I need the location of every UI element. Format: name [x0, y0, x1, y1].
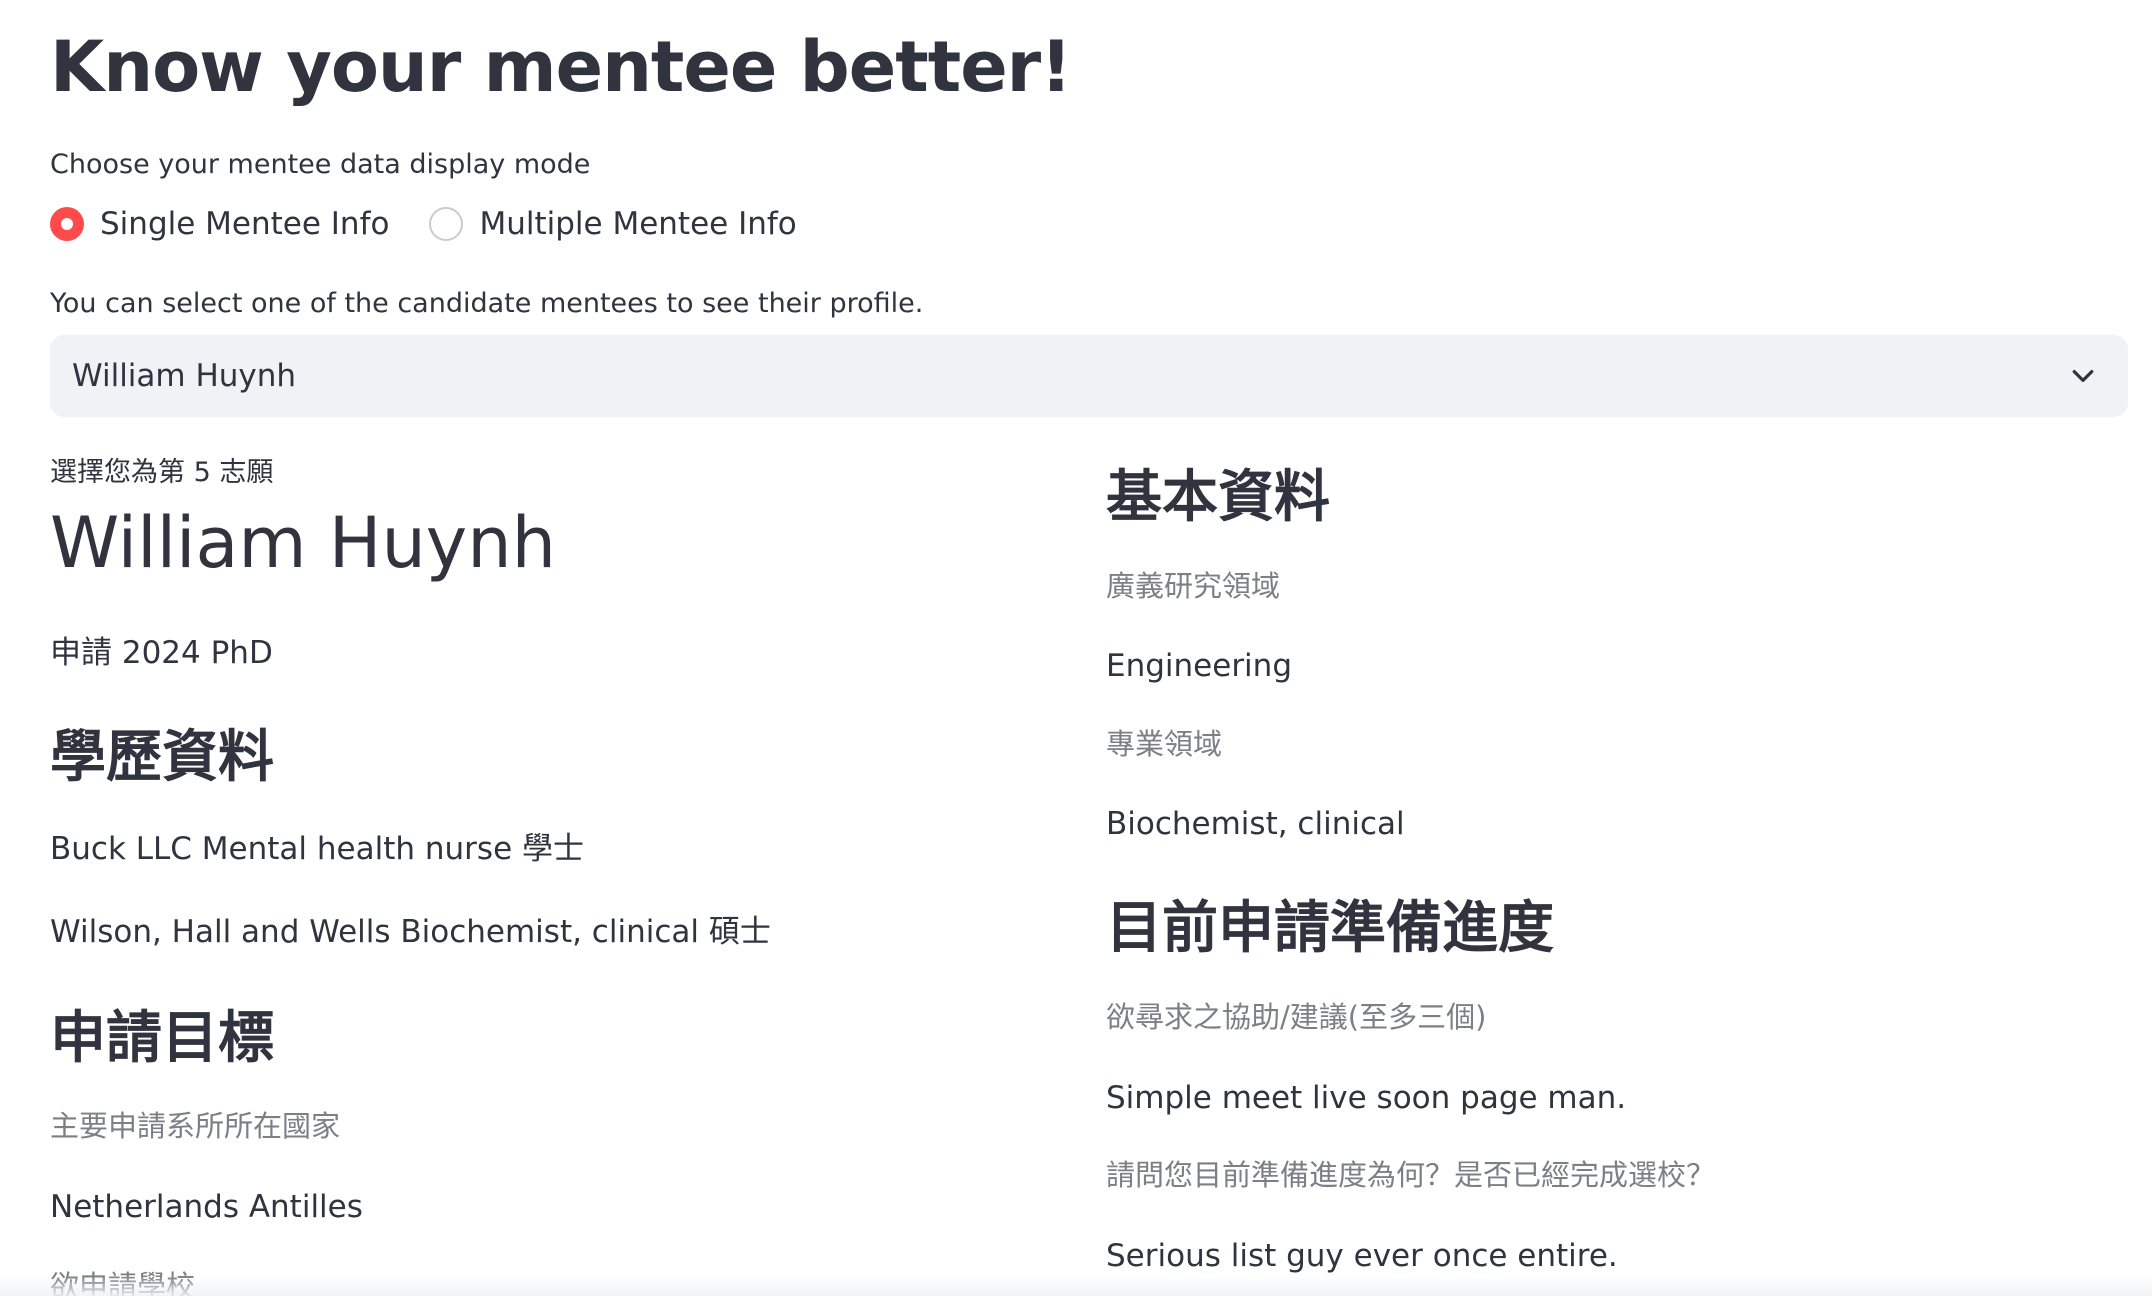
mentee-name: William Huynh	[50, 502, 556, 584]
radio-checked-icon[interactable]	[50, 207, 84, 241]
app-page: Know your mentee better! Choose your men…	[0, 0, 2152, 1296]
target-country-label: 主要申請系所所在國家	[50, 1109, 341, 1143]
broad-field-value: Engineering	[1106, 648, 1292, 684]
goal-heading: 申請目標	[50, 1006, 274, 1071]
specialty-label: 專業領域	[1106, 727, 1223, 761]
education-heading: 學歷資料	[50, 725, 274, 790]
specialty-value: Biochemist, clinical	[1106, 806, 1405, 842]
mentee-select-value[interactable]: William Huynh	[72, 355, 296, 397]
help-label: 欲尋求之協助/建議(至多三個)	[1106, 1000, 1487, 1034]
help-answer: Simple meet live soon page man.	[1106, 1080, 1627, 1116]
radio-single-mentee-label[interactable]: Single Mentee Info	[100, 204, 389, 244]
education-item: Wilson, Hall and Wells Biochemist, clini…	[50, 914, 771, 950]
bottom-fade	[0, 1276, 2152, 1296]
display-mode-radio-group: Single Mentee Info Multiple Mentee Info	[50, 202, 837, 246]
mentee-select[interactable]: William Huynh	[50, 335, 2128, 417]
chevron-down-icon[interactable]	[2068, 361, 2098, 391]
mentee-select-label: You can select one of the candidate ment…	[50, 288, 924, 319]
broad-field-label: 廣義研究領域	[1106, 569, 1281, 603]
target-country-value: Netherlands Antilles	[50, 1189, 363, 1225]
page-title: Know your mentee better!	[50, 26, 1072, 108]
radio-multiple-mentee[interactable]: Multiple Mentee Info	[429, 204, 797, 244]
display-mode-label: Choose your mentee data display mode	[50, 149, 591, 180]
education-item: Buck LLC Mental health nurse 學士	[50, 831, 584, 867]
radio-single-mentee[interactable]: Single Mentee Info	[50, 204, 389, 244]
preference-rank: 選擇您為第 5 志願	[50, 457, 274, 488]
radio-unchecked-icon[interactable]	[429, 207, 464, 241]
applying-degree: 申請 2024 PhD	[50, 635, 273, 671]
progress-heading: 目前申請準備進度	[1106, 896, 1554, 961]
radio-multiple-mentee-label[interactable]: Multiple Mentee Info	[479, 204, 796, 244]
status-answer: Serious list guy ever once entire.	[1106, 1238, 1618, 1274]
status-label: 請問您目前準備進度為何？是否已經完成選校？	[1106, 1158, 1716, 1192]
basic-info-heading: 基本資料	[1106, 465, 1330, 530]
